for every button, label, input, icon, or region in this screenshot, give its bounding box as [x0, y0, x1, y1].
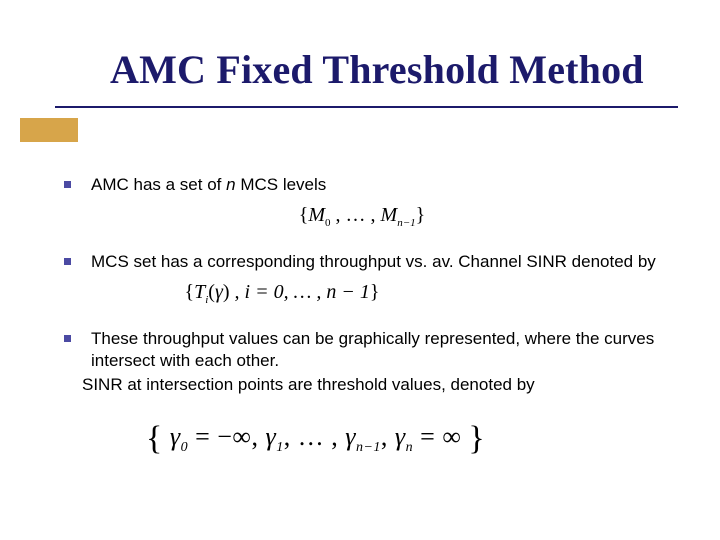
- formula-threshold-set: { γ0 = −∞, γ1, … , γn−1, γn = ∞ }: [146, 422, 485, 451]
- sym-gamma: γ: [170, 422, 181, 451]
- bullet-item: These throughput values can be graphical…: [64, 328, 660, 372]
- index-range: , i = 0, … , n − 1: [230, 281, 370, 303]
- brace-close: }: [370, 281, 380, 303]
- comma: ,: [381, 422, 395, 451]
- brace-close: }: [416, 204, 426, 226]
- formula-row: { γ0 = −∞, γ1, … , γn−1, γn = ∞ }: [146, 416, 660, 456]
- rparen: ): [223, 281, 230, 303]
- ellipsis: , … ,: [331, 204, 381, 226]
- square-bullet-icon: [64, 181, 71, 188]
- sym-M: M: [381, 204, 398, 226]
- bullet-text: These throughput values can be graphical…: [91, 328, 660, 372]
- brace-open: {: [146, 420, 163, 457]
- title-block: AMC Fixed Threshold Method: [110, 46, 690, 93]
- lparen: (: [208, 281, 215, 303]
- bullet-text: AMC has a set of n MCS levels: [91, 174, 326, 196]
- title-underline: [55, 106, 678, 108]
- content: AMC has a set of n MCS levels {M0 , … , …: [64, 174, 660, 456]
- square-bullet-icon: [64, 335, 71, 342]
- bullet-item: AMC has a set of n MCS levels: [64, 174, 660, 196]
- subscript-0: 0: [181, 440, 189, 455]
- formula-mcs-set: {M0 , … , Mn−1}: [299, 204, 426, 229]
- brace-open: {: [299, 204, 309, 226]
- sym-M: M: [308, 204, 325, 226]
- italic-n: n: [226, 175, 235, 194]
- brace-open: {: [185, 281, 195, 303]
- subscript-1: 1: [276, 440, 284, 455]
- bullet-item: MCS set has a corresponding throughput v…: [64, 251, 660, 273]
- accent-box: [20, 118, 78, 142]
- formula-row: {M0 , … , Mn−1}: [64, 204, 660, 229]
- subscript-n-1: n−1: [356, 440, 381, 455]
- equals-inf: = ∞: [413, 422, 461, 451]
- text-segment: AMC has a set of: [91, 175, 226, 194]
- brace-close: }: [468, 420, 485, 457]
- bullet-text: MCS set has a corresponding throughput v…: [91, 251, 656, 273]
- sym-gamma: γ: [215, 281, 223, 303]
- text-segment: MCS levels: [236, 175, 327, 194]
- formula-throughput-set: {Ti(γ) , i = 0, … , n − 1}: [185, 281, 380, 306]
- square-bullet-icon: [64, 258, 71, 265]
- equals-neg-inf: = −∞,: [188, 422, 265, 451]
- sym-gamma: γ: [345, 422, 356, 451]
- sym-T: T: [194, 281, 205, 303]
- ellipsis: , … ,: [284, 422, 346, 451]
- slide-title: AMC Fixed Threshold Method: [110, 46, 690, 93]
- formula-row: {Ti(γ) , i = 0, … , n − 1}: [64, 281, 660, 306]
- subscript-n-1: n−1: [397, 217, 415, 229]
- sym-gamma: γ: [265, 422, 276, 451]
- slide: AMC Fixed Threshold Method AMC has a set…: [0, 0, 720, 540]
- subline-text: SINR at intersection points are threshol…: [82, 374, 660, 396]
- sym-gamma: γ: [395, 422, 406, 451]
